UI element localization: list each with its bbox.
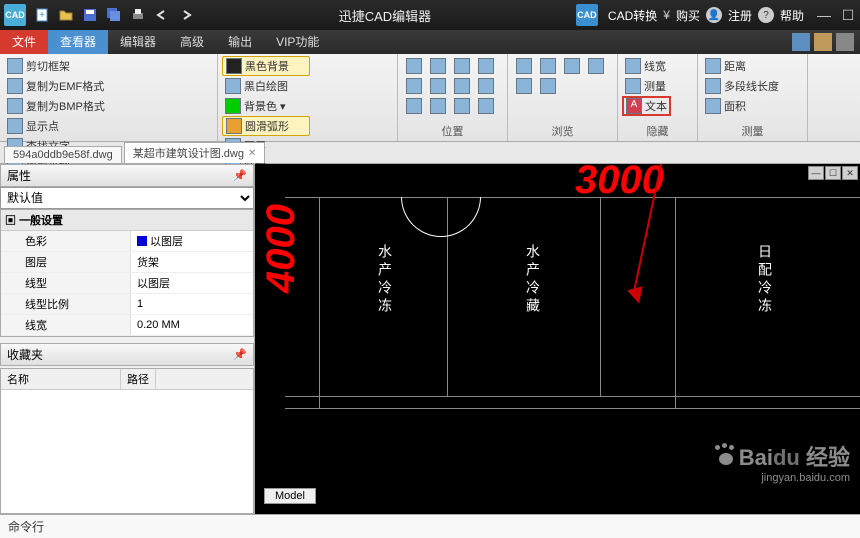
area-button[interactable]: 面积 <box>702 96 782 116</box>
pos-icon-12[interactable] <box>474 96 498 116</box>
bg-color-button[interactable]: 背景色▾ <box>222 96 310 116</box>
dim-4000: 4000 <box>259 204 304 293</box>
show-points-button[interactable]: 显示点 <box>4 116 104 136</box>
default-combo[interactable]: 默认值 <box>0 187 254 209</box>
annotation-arrow-head <box>627 286 647 306</box>
pos-icon-7[interactable] <box>450 76 474 96</box>
ribbon-icon-1[interactable] <box>792 33 810 51</box>
properties-panel-header: 属性 📌 <box>0 164 254 187</box>
label-chilled: 水产冷藏 <box>523 244 543 316</box>
group-measure-label: 测量 <box>702 121 803 139</box>
black-bg-toggle[interactable]: 黑色背景 <box>222 56 310 76</box>
copy-emf-button[interactable]: 复制为EMF格式 <box>4 76 116 96</box>
ribbon: 剪切框架 复制为EMF格式 复制为BMP格式 显示点 查找文字 修剪光栅 工具 … <box>0 54 860 142</box>
tab-vip[interactable]: VIP功能 <box>264 30 331 54</box>
ribbon-icon-3[interactable] <box>836 33 854 51</box>
open-file-icon[interactable] <box>55 4 77 26</box>
file-tab-2[interactable]: 某超市建筑设计图.dwg✕ <box>124 142 266 163</box>
tab-viewer[interactable]: 查看器 <box>48 30 108 54</box>
browse-icon-6[interactable] <box>536 76 560 96</box>
save-all-icon[interactable] <box>103 4 125 26</box>
redo-icon[interactable] <box>175 4 197 26</box>
favorites-list[interactable]: 名称 路径 <box>0 368 254 514</box>
group-hide-label: 隐藏 <box>622 121 693 139</box>
browse-icon-2[interactable] <box>536 56 560 76</box>
drawing-canvas[interactable]: — ☐ ✕ 3000 6000 4000 水产冷冻 水产冷藏 日配冷冻 Baid… <box>255 164 860 514</box>
help-link[interactable]: 帮助 <box>780 7 804 24</box>
cad-convert-link[interactable]: CAD转换 <box>608 7 657 24</box>
fav-col-name[interactable]: 名称 <box>1 369 121 389</box>
pos-icon-6[interactable] <box>426 76 450 96</box>
watermark: Baidu 经验 jingyan.baidu.com <box>713 440 850 484</box>
favorites-panel-header: 收藏夹 📌 <box>0 343 254 366</box>
polyline-len-button[interactable]: 多段线长度 <box>702 76 782 96</box>
register-link[interactable]: 注册 <box>728 7 752 24</box>
save-icon[interactable] <box>79 4 101 26</box>
maximize-button[interactable]: ☐ <box>836 3 860 27</box>
group-browse-label: 浏览 <box>512 121 613 139</box>
canvas-maximize-button[interactable]: ☐ <box>825 166 841 180</box>
group-pos-label: 位置 <box>402 121 503 139</box>
pos-icon-11[interactable] <box>450 96 474 116</box>
distance-button[interactable]: 距离 <box>702 56 782 76</box>
pos-icon-2[interactable] <box>426 56 450 76</box>
pos-icon-10[interactable] <box>426 96 450 116</box>
measure-toggle[interactable]: 测量 <box>622 76 671 96</box>
label-frozen-1: 水产冷冻 <box>375 244 395 316</box>
bw-draw-button[interactable]: 黑白绘图 <box>222 76 310 96</box>
command-line[interactable]: 命令行 <box>0 514 860 538</box>
tab-file[interactable]: 文件 <box>0 30 48 54</box>
canvas-minimize-button[interactable]: — <box>808 166 824 180</box>
color-swatch-icon <box>137 236 147 246</box>
pos-icon-9[interactable] <box>402 96 426 116</box>
file-tabs: 594a0ddb9e58f.dwg 某超市建筑设计图.dwg✕ <box>0 142 860 164</box>
fav-col-path[interactable]: 路径 <box>121 369 156 389</box>
prop-section[interactable]: ▣ 一般设置 <box>1 210 253 231</box>
tab-output[interactable]: 输出 <box>216 30 264 54</box>
model-tab[interactable]: Model <box>264 488 316 504</box>
cad-badge-icon: CAD <box>576 4 598 26</box>
canvas-close-button[interactable]: ✕ <box>842 166 858 180</box>
app-logo-icon: CAD <box>4 4 26 26</box>
pos-icon-1[interactable] <box>402 56 426 76</box>
menubar: 文件 查看器 编辑器 高级 输出 VIP功能 <box>0 30 860 54</box>
browse-icon-3[interactable] <box>560 56 584 76</box>
lineweight-button[interactable]: 线宽 <box>622 56 671 76</box>
user-icon[interactable]: 👤 <box>706 7 722 23</box>
left-panel: 属性 📌 默认值 ▣ 一般设置 色彩以图层 图层货架 线型以图层 线型比例1 线… <box>0 164 255 514</box>
text-toggle[interactable]: A文本 <box>622 96 671 116</box>
help-icon[interactable]: ? <box>758 7 774 23</box>
pos-icon-5[interactable] <box>402 76 426 96</box>
pin-icon[interactable]: 📌 <box>233 348 247 361</box>
close-icon[interactable]: ✕ <box>248 148 256 159</box>
tab-editor[interactable]: 编辑器 <box>108 30 168 54</box>
undo-icon[interactable] <box>151 4 173 26</box>
cut-frame-button[interactable]: 剪切框架 <box>4 56 116 76</box>
ribbon-icon-2[interactable] <box>814 33 832 51</box>
tab-advanced[interactable]: 高级 <box>168 30 216 54</box>
browse-icon-1[interactable] <box>512 56 536 76</box>
copy-bmp-button[interactable]: 复制为BMP格式 <box>4 96 116 116</box>
svg-text:+: + <box>39 10 45 21</box>
label-daily-frozen: 日配冷冻 <box>755 244 775 316</box>
file-tab-1[interactable]: 594a0ddb9e58f.dwg <box>4 146 122 163</box>
minimize-button[interactable]: — <box>812 3 836 27</box>
print-icon[interactable] <box>127 4 149 26</box>
titlebar: CAD + 迅捷CAD编辑器 CAD CAD转换 ¥ 购买 👤 注册 ? 帮助 … <box>0 0 860 30</box>
property-grid[interactable]: ▣ 一般设置 色彩以图层 图层货架 线型以图层 线型比例1 线宽0.20 MM <box>0 209 254 337</box>
browse-icon-5[interactable] <box>512 76 536 96</box>
pin-icon[interactable]: 📌 <box>233 169 247 182</box>
arc-toggle[interactable]: 圆滑弧形 <box>222 116 310 136</box>
buy-link[interactable]: 购买 <box>676 7 700 24</box>
arc-shape <box>401 197 481 237</box>
pos-icon-8[interactable] <box>474 76 498 96</box>
dim-3000: 3000 <box>575 164 664 203</box>
pos-icon-4[interactable] <box>474 56 498 76</box>
app-title: 迅捷CAD编辑器 <box>198 6 572 25</box>
browse-icon-4[interactable] <box>584 56 608 76</box>
pos-icon-3[interactable] <box>450 56 474 76</box>
new-file-icon[interactable]: + <box>31 4 53 26</box>
